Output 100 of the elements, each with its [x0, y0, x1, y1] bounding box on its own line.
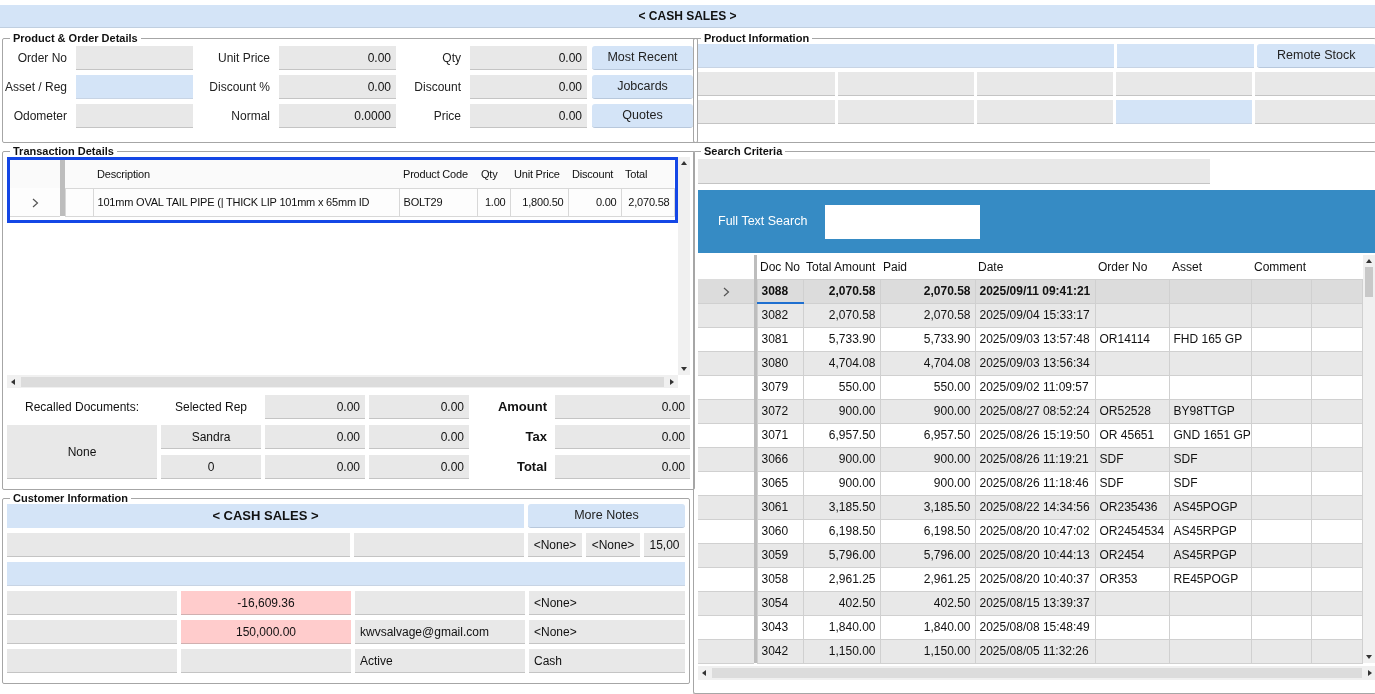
header-title: < CASH SALES > — [638, 8, 737, 25]
value-field: Active — [355, 649, 525, 673]
document-row[interactable]: 3081 5,733.90 5,733.90 2025/09/03 13:57:48 OR14114 FHD 165 GP — [698, 327, 1362, 351]
table-cell: 6,957.50 — [828, 428, 876, 442]
value-field: Cash — [529, 649, 685, 673]
table-cell: 2025/08/22 14:34:56 — [979, 500, 1090, 514]
horizontal-scrollbar[interactable] — [7, 375, 678, 388]
value-field: 0.00 — [470, 46, 587, 70]
table-cell: 2,070.58 — [923, 284, 971, 298]
document-row[interactable]: 3072 900.00 900.00 2025/08/27 08:52:24 OR52528 BY98TTGP — [698, 399, 1362, 423]
table-cell: 1.00 — [477, 188, 510, 216]
value-field: kwvsalvage@gmail.com — [355, 620, 525, 644]
scroll-down-icon[interactable] — [1365, 653, 1373, 661]
table-cell: BOLT29 — [399, 188, 477, 216]
document-row[interactable]: 3054 402.50 402.50 2025/08/15 13:39:37 — [698, 591, 1362, 615]
table-cell: 900.00 — [933, 404, 971, 418]
column-header[interactable]: Qty — [481, 167, 498, 180]
column-header[interactable]: Order No — [1098, 259, 1148, 274]
table-cell: 6,957.50 — [923, 428, 971, 442]
column-header[interactable]: Unit Price — [514, 167, 560, 180]
document-row[interactable]: 3079 550.00 550.00 2025/09/02 11:09:57 — [698, 375, 1362, 399]
input-field[interactable] — [7, 562, 685, 586]
table-cell: BY98TTGP — [1173, 404, 1235, 418]
document-row[interactable]: 3059 5,796.00 5,796.00 2025/08/20 10:44:13 OR2454 AS45RPGP — [698, 543, 1362, 567]
column-header[interactable]: Doc No — [760, 259, 800, 274]
document-row[interactable]: 3065 900.00 900.00 2025/08/26 11:18:46 SDF SDF — [698, 471, 1362, 495]
document-row[interactable]: 3080 4,704.08 4,704.08 2025/09/03 13:56:34 — [698, 351, 1362, 375]
table-cell: 2025/08/15 13:39:37 — [979, 596, 1090, 610]
scroll-left-icon[interactable] — [9, 377, 17, 386]
scroll-right-icon[interactable] — [668, 377, 676, 386]
field-label: Asset / Reg — [7, 79, 68, 96]
column-header[interactable]: Product Code — [403, 167, 468, 180]
document-row[interactable]: 3061 3,185.50 3,185.50 2025/08/22 14:34:56 OR235436 AS45POGP — [698, 495, 1362, 519]
table-cell: 3066 — [761, 452, 789, 466]
table-cell: 0.00 — [568, 188, 621, 216]
action-button[interactable]: Most Recent — [592, 46, 693, 70]
table-cell: OR2454534 — [1099, 524, 1165, 538]
scroll-up-icon[interactable] — [680, 159, 688, 167]
input-field[interactable] — [1116, 100, 1252, 124]
value-field: <None> — [529, 620, 685, 644]
document-row[interactable]: 3071 6,957.50 6,957.50 2025/08/26 15:19:50 OR 45651 GND 1651 GP — [698, 423, 1362, 447]
table-cell: AS45POGP — [1173, 500, 1238, 514]
scroll-down-icon[interactable] — [680, 365, 688, 373]
document-row[interactable]: 3088 2,070.58 2,070.58 2025/09/11 09:41:21 — [698, 279, 1362, 303]
table-cell: 101mm OVAL TAIL PIPE (| THICK LIP 101mm x 65mm ID — [93, 188, 399, 216]
document-row[interactable]: 3082 2,070.58 2,070.58 2025/09/04 15:33:17 — [698, 303, 1362, 327]
column-header[interactable]: Asset — [1172, 259, 1202, 274]
full-text-search-field[interactable] — [825, 204, 981, 239]
table-cell: 6,198.50 — [828, 524, 876, 538]
value-field: 0.00 — [555, 395, 690, 419]
input-field[interactable] — [698, 44, 1114, 68]
document-row[interactable]: 3058 2,961.25 2,961.25 2025/08/20 10:40:37 OR353 RE45POGP — [698, 567, 1362, 591]
table-cell: 3,185.50 — [923, 500, 971, 514]
document-row[interactable]: 3066 900.00 900.00 2025/08/26 11:19:21 SDF SDF — [698, 447, 1362, 471]
value-field: 0.00 — [470, 104, 587, 128]
action-button[interactable]: Remote Stock — [1257, 44, 1375, 68]
document-row[interactable]: 3060 6,198.50 6,198.50 2025/08/20 10:47:02 OR2454534 AS45RPGP — [698, 519, 1362, 543]
column-header[interactable]: Total — [625, 167, 648, 180]
scroll-thumb[interactable] — [1365, 267, 1373, 297]
table-cell: OR14114 — [1099, 332, 1150, 346]
column-header[interactable]: Total Amount — [806, 259, 876, 274]
action-button[interactable]: Jobcards — [592, 75, 693, 99]
action-button[interactable]: More Notes — [528, 504, 685, 528]
table-cell: 2025/09/11 09:41:21 — [979, 284, 1091, 298]
scroll-up-icon[interactable] — [1365, 257, 1373, 265]
table-cell: 3060 — [761, 524, 789, 538]
field-label: Order No — [16, 50, 68, 67]
horizontal-scrollbar[interactable] — [698, 665, 1375, 680]
column-header[interactable]: Discount — [572, 167, 614, 180]
document-row[interactable]: 3043 1,840.00 1,840.00 2025/08/08 15:48:49 — [698, 615, 1362, 639]
document-row[interactable]: 3042 1,150.00 1,150.00 2025/08/05 11:32:26 — [698, 639, 1362, 663]
table-cell: 900.00 — [933, 452, 971, 466]
scroll-left-icon[interactable] — [700, 668, 708, 677]
value-field: 0.00 — [369, 455, 469, 479]
field-label: Odometer — [12, 108, 68, 125]
total-label: Total — [515, 458, 548, 477]
table-cell: 5,796.00 — [923, 548, 971, 562]
vertical-scrollbar[interactable] — [678, 157, 690, 375]
section-title: Product Information — [703, 32, 811, 44]
scroll-right-icon[interactable] — [1365, 668, 1374, 677]
column-header[interactable]: Date — [978, 259, 1004, 274]
search-criteria-field[interactable] — [698, 159, 1210, 184]
table-cell: 900.00 — [838, 476, 876, 490]
column-header[interactable]: Paid — [883, 259, 908, 274]
row-indicator-icon — [722, 286, 730, 297]
balance-field: 150,000.00 — [181, 620, 351, 644]
input-field[interactable] — [1117, 44, 1254, 68]
value-field: 0.00 — [555, 425, 690, 449]
action-button[interactable]: Quotes — [592, 104, 693, 128]
value-field: 0 — [161, 455, 261, 479]
table-cell: OR52528 — [1099, 404, 1151, 418]
input-field[interactable] — [76, 75, 193, 99]
transaction-grid[interactable]: Description Product Code Qty Unit Price Discount Total 101mm OVAL TAIL PIPE (| THICK LIP 101mm x 65mm ID BOLT29 1.00 1,800.50 0.00 2,070.58 — [7, 157, 678, 223]
table-cell: 2025/08/27 08:52:24 — [979, 404, 1090, 418]
value-field: 0.00 — [470, 75, 587, 99]
column-header[interactable]: Comment — [1254, 259, 1306, 274]
column-header[interactable]: Description — [97, 167, 150, 180]
table-cell: 402.50 — [933, 596, 971, 610]
table-cell: 550.00 — [838, 380, 876, 394]
table-cell: 402.50 — [838, 596, 876, 610]
